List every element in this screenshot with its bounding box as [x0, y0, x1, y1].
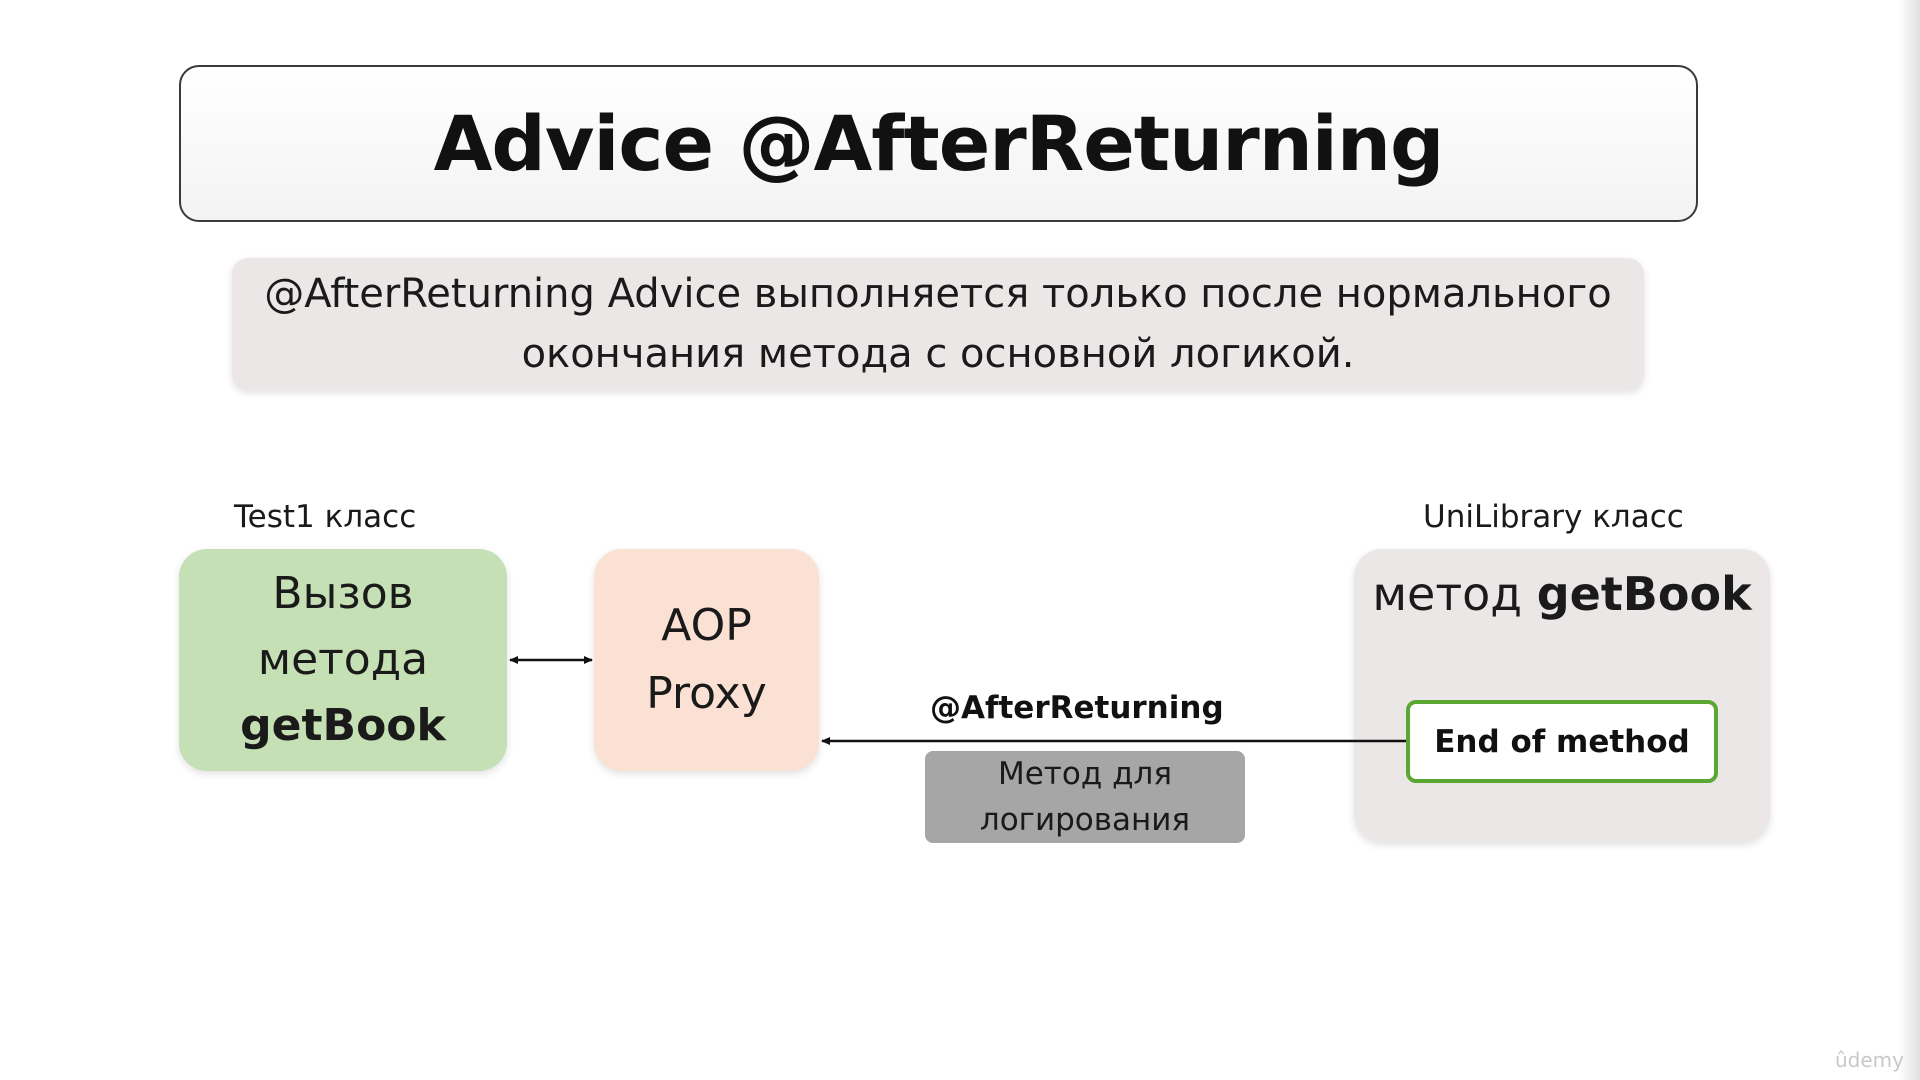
caller-box: Вызов метода getBook — [179, 549, 507, 771]
target-class-label: UniLibrary класс — [1423, 499, 1684, 535]
logging-method-box: Метод для логирования — [925, 751, 1245, 843]
caller-line-1: Вызов — [272, 568, 414, 619]
caller-class-label: Test1 класс — [234, 499, 417, 535]
description-box: @AfterReturning Advice выполняется тольк… — [232, 258, 1644, 390]
slide: Advice @AfterReturning @AfterReturning A… — [0, 0, 1920, 1080]
end-of-method-box: End of method — [1406, 700, 1718, 783]
proxy-line-1: AOP — [661, 600, 752, 651]
aop-proxy-box: AOP Proxy — [594, 549, 819, 771]
after-returning-annotation: @AfterReturning — [930, 690, 1224, 726]
target-method-prefix: метод — [1372, 567, 1523, 621]
logging-method-label: Метод для логирования — [979, 756, 1191, 838]
title-box: Advice @AfterReturning — [179, 65, 1698, 222]
proxy-line-2: Proxy — [646, 668, 767, 719]
description-text: @AfterReturning Advice выполняется тольк… — [264, 271, 1612, 377]
target-class-box: метод getBook — [1354, 549, 1770, 842]
slide-title: Advice @AfterReturning — [433, 99, 1445, 188]
caller-line-3: getBook — [240, 700, 446, 751]
caller-line-2: метода — [257, 634, 429, 685]
udemy-watermark: ûdemy — [1835, 1048, 1904, 1072]
end-of-method-label: End of method — [1434, 723, 1690, 760]
slide-edge-shadow — [1898, 0, 1920, 1080]
target-method-name: getBook — [1536, 567, 1752, 621]
target-method-heading: метод getBook — [1372, 567, 1751, 621]
